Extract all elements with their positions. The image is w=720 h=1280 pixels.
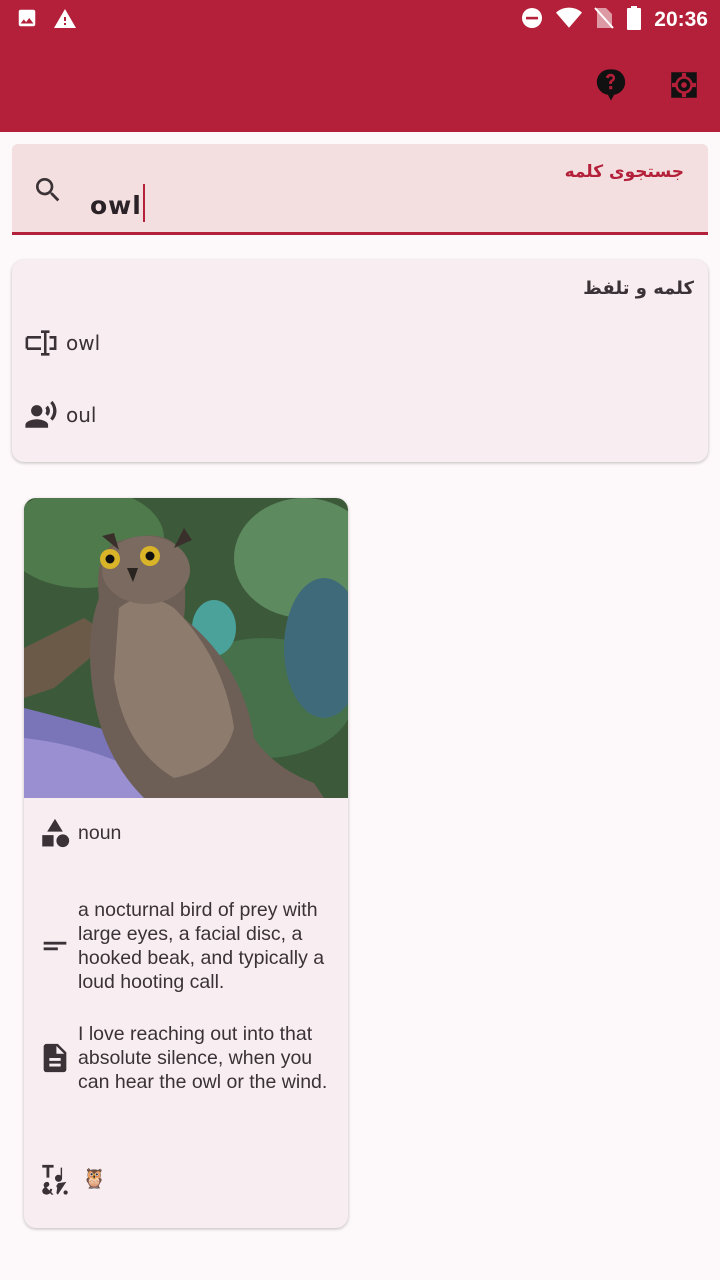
word-row: owl bbox=[24, 326, 100, 360]
example-text: I love reaching out into that absolute s… bbox=[78, 1023, 328, 1093]
card-title: کلمه و تلفظ bbox=[583, 278, 694, 299]
status-time: 20:36 bbox=[654, 8, 708, 31]
word-text: owl bbox=[66, 331, 101, 355]
no-sim-icon bbox=[594, 6, 615, 34]
image-icon bbox=[16, 7, 38, 35]
app-bar bbox=[0, 38, 720, 132]
category-shapes-icon bbox=[42, 818, 70, 848]
settings-icon[interactable] bbox=[667, 68, 701, 102]
part-of-speech-row: noun bbox=[38, 816, 121, 850]
warning-icon bbox=[52, 7, 78, 35]
example-row: I love reaching out into that absolute s… bbox=[38, 1022, 338, 1094]
search-label: جستجوی کلمه bbox=[564, 162, 684, 182]
word-detail-card: noun a nocturnal bird of prey with large… bbox=[24, 498, 348, 1228]
short-text-icon bbox=[43, 941, 67, 951]
definition-text: a nocturnal bird of prey with large eyes… bbox=[78, 899, 325, 993]
text-caret bbox=[142, 184, 145, 222]
search-icon bbox=[32, 174, 64, 206]
status-bar: 20:36 bbox=[0, 0, 720, 38]
search-field[interactable]: جستجوی کلمه owl bbox=[12, 144, 708, 235]
emoji-text: 🦉 bbox=[82, 1168, 107, 1190]
battery-icon bbox=[626, 6, 642, 34]
word-pronunciation-card: کلمه و تلفظ owl oul bbox=[12, 260, 708, 462]
record-voice-icon bbox=[25, 400, 57, 428]
description-icon bbox=[43, 1043, 67, 1073]
pronunciation-row[interactable]: oul bbox=[24, 398, 96, 432]
definition-row: a nocturnal bird of prey with large eyes… bbox=[38, 898, 338, 994]
search-input[interactable]: owl bbox=[90, 184, 145, 222]
help-icon[interactable] bbox=[594, 68, 628, 102]
pronunciation-text: oul bbox=[66, 403, 97, 427]
do-not-disturb-icon bbox=[520, 6, 544, 34]
wifi-icon bbox=[556, 7, 583, 33]
emoji-row: 🦉 bbox=[38, 1162, 106, 1196]
owl-photo bbox=[24, 498, 348, 798]
text-field-icon bbox=[25, 330, 57, 356]
part-of-speech-text: noun bbox=[78, 822, 122, 844]
emoji-symbols-icon bbox=[42, 1164, 68, 1195]
